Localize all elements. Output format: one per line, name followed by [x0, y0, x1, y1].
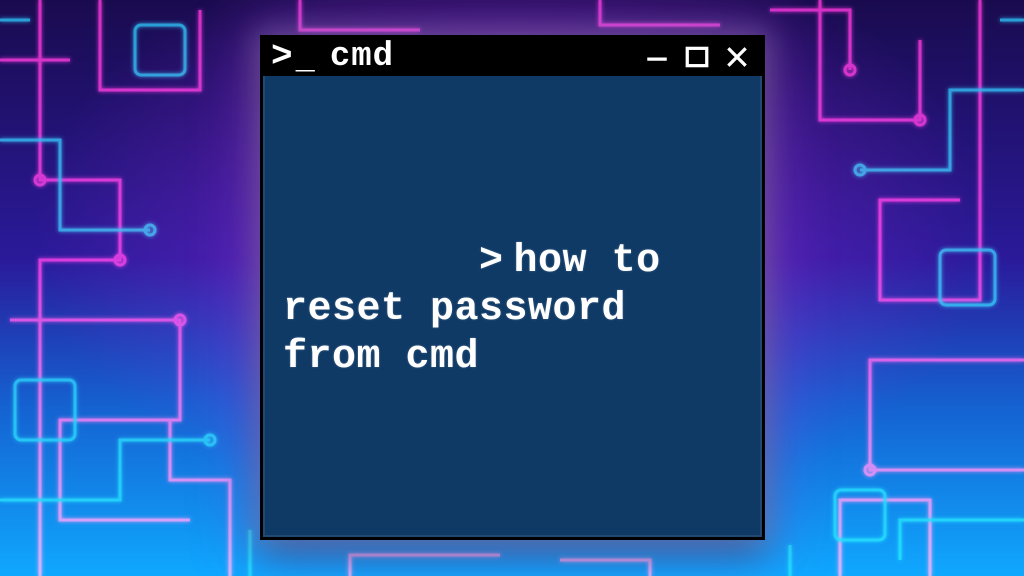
minimize-button[interactable] — [642, 42, 672, 72]
chevron-right-icon: > — [271, 39, 294, 75]
maximize-button[interactable] — [682, 42, 712, 72]
prompt-symbol: > — [479, 239, 504, 284]
desktop-background: > _ cmd > — [0, 0, 1024, 576]
terminal-prompt-icon: > _ — [271, 39, 316, 75]
terminal-window: > _ cmd > — [260, 35, 765, 540]
window-controls — [642, 42, 752, 72]
terminal-line: >how to reset password from cmd — [283, 190, 742, 430]
close-button[interactable] — [722, 42, 752, 72]
titlebar[interactable]: > _ cmd — [263, 38, 762, 76]
terminal-body[interactable]: >how to reset password from cmd — [263, 76, 762, 546]
window-title: cmd — [330, 38, 394, 76]
underscore-icon: _ — [296, 44, 316, 76]
